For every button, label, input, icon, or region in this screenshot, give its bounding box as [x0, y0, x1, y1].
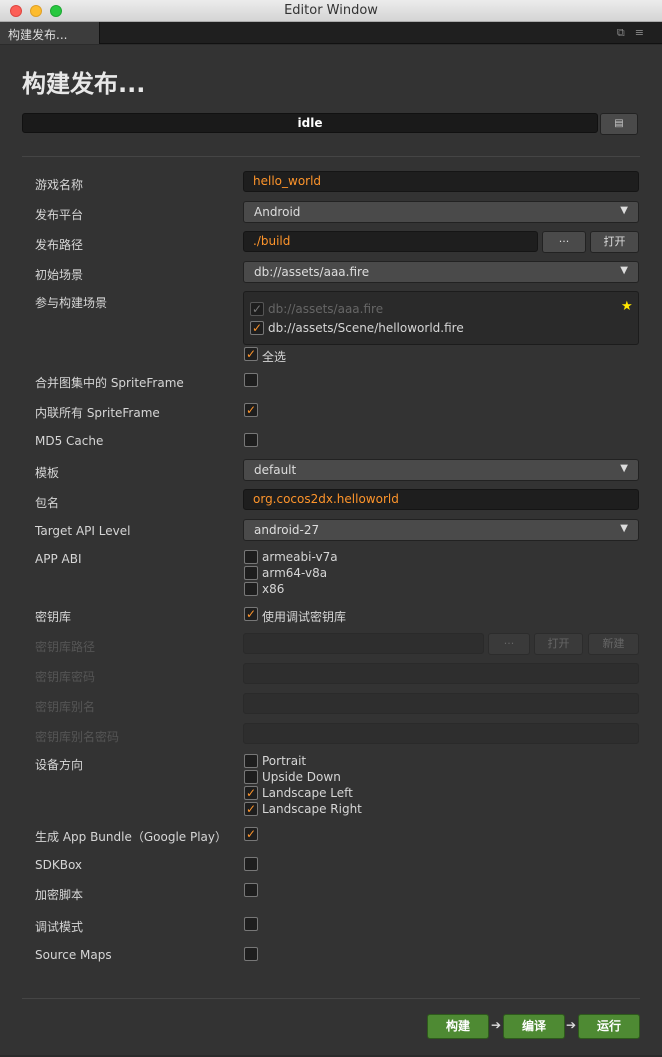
- scene-helloworld-checkbox[interactable]: ✓: [250, 321, 264, 335]
- abi-armeabi-checkbox[interactable]: [244, 550, 258, 564]
- open-log-button[interactable]: ▤: [600, 113, 638, 135]
- start-scene-select[interactable]: db://assets/aaa.fire ▼: [243, 261, 639, 283]
- chevron-down-icon: ▼: [620, 523, 628, 534]
- template-select[interactable]: default ▼: [243, 459, 639, 481]
- keystore-open-button: 打开: [534, 633, 583, 655]
- tab-bar-icons: ⧉≡: [617, 26, 654, 40]
- template-value: default: [254, 463, 297, 477]
- scenes-label: 参与构建场景: [35, 296, 108, 310]
- inline-sprite-checkbox[interactable]: ✓: [244, 403, 258, 417]
- keystore-path-input: [243, 633, 484, 654]
- orientation-upside-down-checkbox[interactable]: [244, 770, 258, 784]
- platform-value: Android: [254, 205, 301, 219]
- abi-armeabi-label: armeabi-v7a: [262, 550, 338, 564]
- scene-helloworld-label: db://assets/Scene/helloworld.fire: [268, 321, 464, 335]
- package-input[interactable]: org.cocos2dx.helloworld: [243, 489, 639, 510]
- keystore-browse-button: ···: [488, 633, 530, 655]
- arrow-right-icon: ➔: [566, 1018, 577, 1032]
- keystore-alias-input: [243, 693, 639, 714]
- api-level-value: android-27: [254, 523, 320, 537]
- merge-atlas-label: 合并图集中的 SpriteFrame: [35, 376, 184, 390]
- debug-keystore-checkbox[interactable]: ✓: [244, 607, 258, 621]
- build-path-open-button[interactable]: 打开: [590, 231, 639, 253]
- debug-mode-checkbox[interactable]: [244, 917, 258, 931]
- abi-label: APP ABI: [35, 552, 82, 566]
- run-button[interactable]: 运行: [578, 1014, 640, 1039]
- debug-keystore-label: 使用调试密钥库: [262, 610, 347, 624]
- orientation-label: 设备方向: [35, 758, 84, 772]
- divider-top: [22, 156, 640, 157]
- arrow-right-icon: ➔: [491, 1018, 502, 1032]
- source-maps-checkbox[interactable]: [244, 947, 258, 961]
- build-path-input[interactable]: ./build: [243, 231, 538, 252]
- inline-sprite-label: 内联所有 SpriteFrame: [35, 406, 160, 420]
- game-name-input[interactable]: hello_world: [243, 171, 639, 192]
- keystore-alias-label: 密钥库别名: [35, 700, 96, 714]
- template-label: 模板: [35, 466, 60, 480]
- star-icon: ★: [621, 299, 633, 314]
- chevron-down-icon: ▼: [620, 265, 628, 276]
- scene-aaa-checkbox: ✓: [250, 302, 264, 316]
- api-level-select[interactable]: android-27 ▼: [243, 519, 639, 541]
- abi-x86-label: x86: [262, 582, 285, 596]
- window-titlebar: Editor Window: [0, 0, 662, 22]
- debug-mode-label: 调试模式: [35, 920, 84, 934]
- abi-x86-checkbox[interactable]: [244, 582, 258, 596]
- orientation-landscape-left-checkbox[interactable]: ✓: [244, 786, 258, 800]
- md5-checkbox[interactable]: [244, 433, 258, 447]
- tab-bar: 构建发布... ⧉≡: [0, 22, 662, 44]
- orientation-landscape-left-label: Landscape Left: [262, 786, 353, 800]
- scene-aaa-label: db://assets/aaa.fire: [268, 302, 384, 316]
- keystore-label: 密钥库: [35, 610, 72, 624]
- game-name-label: 游戏名称: [35, 178, 84, 192]
- platform-select[interactable]: Android ▼: [243, 201, 639, 223]
- select-all-checkbox[interactable]: ✓: [244, 347, 258, 361]
- select-all-label: 全选: [262, 350, 287, 364]
- orientation-upside-down-label: Upside Down: [262, 770, 341, 784]
- build-path-label: 发布路径: [35, 238, 84, 252]
- start-scene-label: 初始场景: [35, 268, 84, 282]
- page-title: 构建发布...: [22, 70, 146, 98]
- keystore-password-input: [243, 663, 639, 684]
- orientation-landscape-right-label: Landscape Right: [262, 802, 362, 816]
- divider-bottom: [22, 998, 640, 999]
- merge-atlas-checkbox[interactable]: [244, 373, 258, 387]
- window-title: Editor Window: [284, 3, 378, 18]
- start-scene-value: db://assets/aaa.fire: [254, 265, 370, 279]
- abi-arm64-checkbox[interactable]: [244, 566, 258, 580]
- platform-label: 发布平台: [35, 208, 84, 222]
- package-label: 包名: [35, 496, 60, 510]
- orientation-landscape-right-checkbox[interactable]: ✓: [244, 802, 258, 816]
- popout-icon[interactable]: ⧉: [617, 26, 635, 39]
- keystore-alias-password-input: [243, 723, 639, 744]
- keystore-password-label: 密钥库密码: [35, 670, 96, 684]
- source-maps-label: Source Maps: [35, 948, 112, 962]
- keystore-new-button: 新建: [588, 633, 639, 655]
- abi-arm64-label: arm64-v8a: [262, 566, 328, 580]
- keystore-alias-password-label: 密钥库别名密码: [35, 730, 120, 744]
- keystore-path-label: 密钥库路径: [35, 640, 96, 654]
- menu-icon[interactable]: ≡: [635, 26, 654, 39]
- build-path-browse-button[interactable]: ···: [542, 231, 586, 253]
- sdkbox-label: SDKBox: [35, 858, 83, 872]
- encrypt-script-label: 加密脚本: [35, 888, 84, 902]
- chevron-down-icon: ▼: [620, 463, 628, 474]
- chevron-down-icon: ▼: [620, 205, 628, 216]
- document-icon: ▤: [614, 118, 624, 129]
- app-bundle-label: 生成 App Bundle（Google Play）: [35, 830, 228, 844]
- build-progress-bar: idle: [22, 113, 598, 133]
- api-level-label: Target API Level: [35, 524, 131, 538]
- sdkbox-checkbox[interactable]: [244, 857, 258, 871]
- scene-list: [243, 291, 639, 345]
- compile-button[interactable]: 编译: [503, 1014, 565, 1039]
- md5-label: MD5 Cache: [35, 434, 104, 448]
- orientation-portrait-checkbox[interactable]: [244, 754, 258, 768]
- encrypt-script-checkbox[interactable]: [244, 883, 258, 897]
- build-button[interactable]: 构建: [427, 1014, 489, 1039]
- tab-build[interactable]: 构建发布...: [0, 22, 100, 44]
- app-bundle-checkbox[interactable]: ✓: [244, 827, 258, 841]
- orientation-portrait-label: Portrait: [262, 754, 307, 768]
